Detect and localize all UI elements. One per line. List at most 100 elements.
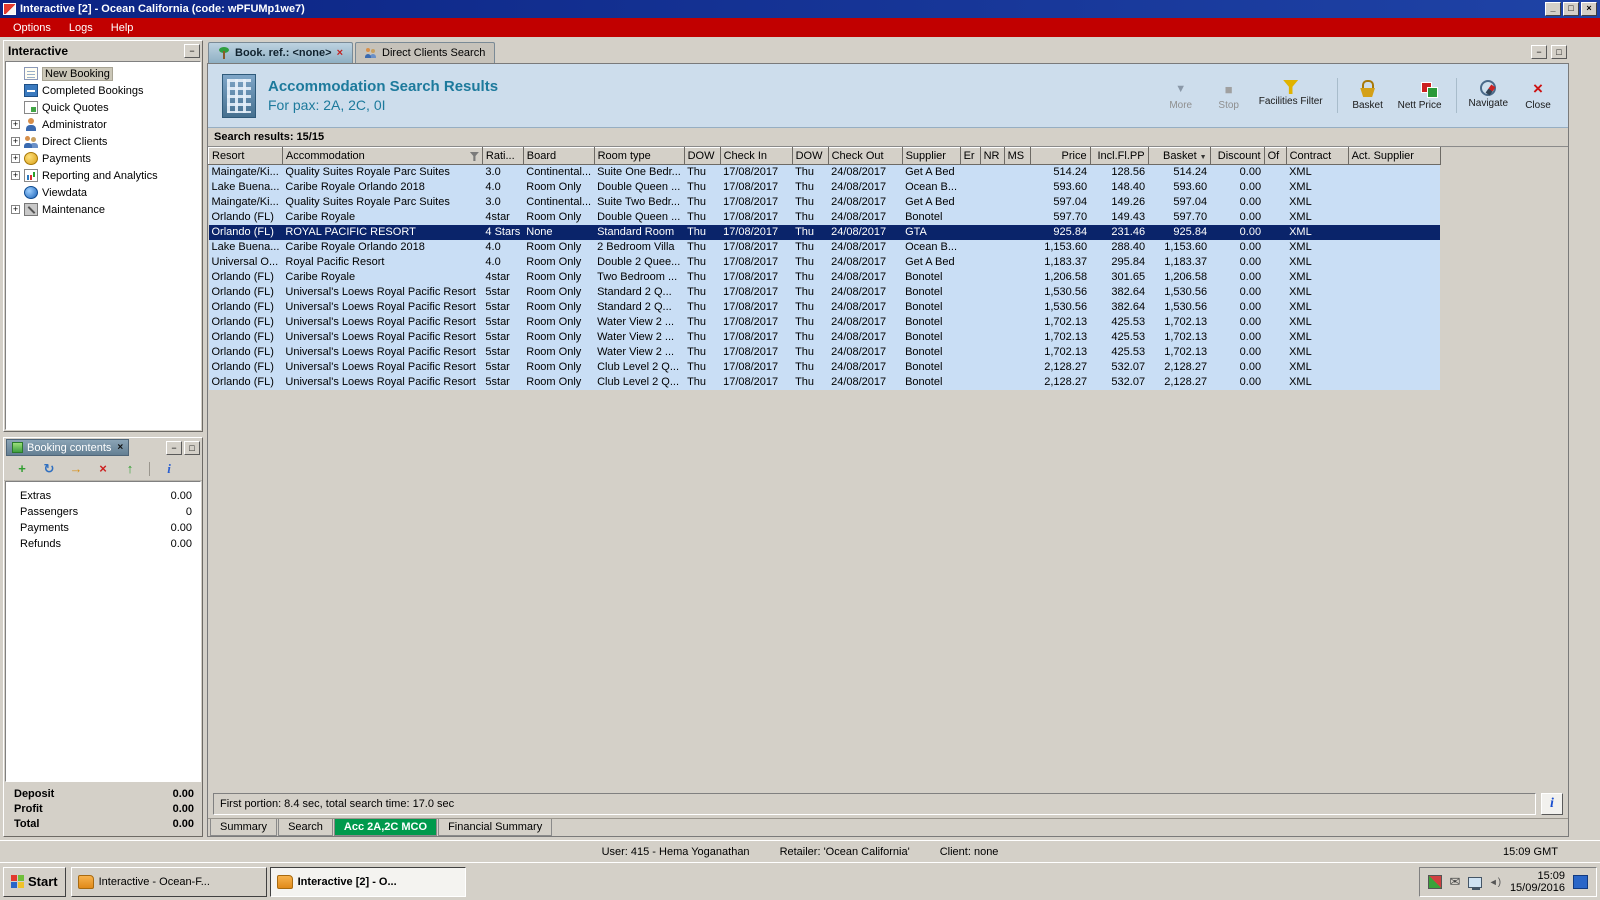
result-row[interactable]: Orlando (FL) Universal's Loews Royal Paci… (208, 360, 1441, 375)
navigate-button[interactable]: Navigate (1465, 78, 1512, 111)
booking-contents-tab[interactable]: Booking contents × (6, 439, 130, 456)
mdi-restore-button[interactable]: □ (1551, 45, 1567, 59)
column-header-er[interactable]: Er (959, 147, 981, 165)
sidebar-item-viewdata[interactable]: Viewdata (6, 184, 200, 201)
filter-icon[interactable] (469, 152, 479, 161)
taskbar-item-interactive-ocean-f[interactable]: Interactive - Ocean-F... (70, 866, 267, 897)
more-button[interactable]: More (1159, 78, 1203, 113)
column-header-price[interactable]: Price (1029, 147, 1091, 165)
column-header-board[interactable]: Board (522, 147, 595, 165)
sidebar-item-new-booking[interactable]: New Booking (6, 65, 200, 82)
bottom-tab-search[interactable]: Search (278, 819, 333, 836)
sidebar-item-quick-quotes[interactable]: Quick Quotes (6, 99, 200, 116)
column-header-dow[interactable]: DOW (791, 147, 829, 165)
tab-direct-clients-search[interactable]: Direct Clients Search (355, 42, 496, 63)
delete-icon[interactable]: × (95, 461, 111, 476)
result-row[interactable]: Orlando (FL) Universal's Loews Royal Paci… (208, 375, 1441, 390)
expander-icon[interactable]: + (11, 205, 20, 214)
booking-row-refunds[interactable]: Refunds 0.00 (6, 536, 200, 552)
result-row[interactable]: Orlando (FL) Universal's Loews Royal Paci… (208, 330, 1441, 345)
cell-dow_in: Thu (684, 164, 721, 180)
result-row[interactable]: Lake Buena... Caribe Royale Orlando 2018 4… (208, 180, 1441, 195)
add-icon[interactable]: + (14, 461, 30, 476)
result-row[interactable]: Orlando (FL) Universal's Loews Royal Paci… (208, 300, 1441, 315)
column-header-supplier[interactable]: Supplier (901, 147, 961, 165)
booking-panel-close-icon[interactable]: × (117, 442, 123, 453)
bottom-tab-acc-2a-2c-mco[interactable]: Acc 2A,2C MCO (333, 819, 438, 836)
mdi-minimize-button[interactable]: − (1531, 45, 1547, 59)
booking-panel-minimize-button[interactable]: − (166, 440, 182, 455)
volume-icon[interactable] (1488, 875, 1502, 889)
column-header-of[interactable]: Of (1263, 147, 1287, 165)
result-row[interactable]: Maingate/Ki... Quality Suites Royale Parc… (208, 195, 1441, 210)
expander-icon[interactable]: + (11, 120, 20, 129)
display-icon[interactable] (1467, 876, 1482, 890)
menu-item-options[interactable]: Options (4, 20, 60, 36)
panel-collapse-button[interactable]: − (184, 44, 200, 58)
sidebar-item-payments[interactable]: + Payments (6, 150, 200, 167)
info-icon[interactable]: i (161, 461, 177, 477)
column-header-act-supplier[interactable]: Act. Supplier (1347, 147, 1441, 165)
taskbar-item-interactive-2-o[interactable]: Interactive [2] - O... (269, 866, 466, 897)
column-header-discount[interactable]: Discount (1209, 147, 1265, 165)
sidebar-item-direct-clients[interactable]: + Direct Clients (6, 133, 200, 150)
facilities-filter-button[interactable]: Facilities Filter (1255, 78, 1327, 109)
chart-icon[interactable] (1427, 874, 1442, 889)
sidebar-item-administrator[interactable]: + Administrator (6, 116, 200, 133)
sidebar-item-completed-bookings[interactable]: Completed Bookings (6, 82, 200, 99)
result-row[interactable]: Orlando (FL) Universal's Loews Royal Paci… (208, 285, 1441, 300)
language-icon[interactable] (1573, 874, 1588, 889)
expander-icon[interactable]: + (11, 154, 20, 163)
column-header-basket[interactable]: Basket ▼ (1147, 147, 1211, 165)
nett-price-button[interactable]: Nett Price (1394, 78, 1446, 113)
column-header-dow[interactable]: DOW (683, 147, 721, 165)
result-row[interactable]: Orlando (FL) Caribe Royale 4star Room Only T… (208, 270, 1441, 285)
minimize-button[interactable]: _ (1545, 2, 1561, 16)
booking-row-extras[interactable]: Extras 0.00 (6, 488, 200, 504)
tab-book-ref-none[interactable]: Book. ref.: <none> × (208, 42, 354, 63)
tab-close-icon[interactable]: × (337, 47, 343, 59)
start-button[interactable]: Start (3, 866, 66, 897)
result-row[interactable]: Orlando (FL) Caribe Royale 4star Room Only D… (208, 210, 1441, 225)
expander-icon[interactable]: + (11, 171, 20, 180)
close-button[interactable]: × (1581, 2, 1597, 16)
cell-basket: 1,702.13 (1148, 315, 1211, 330)
import-icon[interactable]: ↑ (122, 461, 138, 476)
expander-icon[interactable]: + (11, 137, 20, 146)
info-button[interactable]: i (1541, 792, 1563, 815)
transfer-icon[interactable]: → (68, 461, 84, 476)
stop-button[interactable]: Stop (1207, 78, 1251, 113)
column-header-accommodation[interactable]: Accommodation (281, 147, 483, 165)
column-header-resort[interactable]: Resort (208, 147, 283, 165)
result-row[interactable]: Maingate/Ki... Quality Suites Royale Parc… (208, 164, 1441, 180)
column-header-check-out[interactable]: Check Out (827, 147, 903, 165)
result-row[interactable]: Universal O... Royal Pacific Resort 4.0 Roo… (208, 255, 1441, 270)
menu-item-help[interactable]: Help (102, 20, 143, 36)
column-header-rati[interactable]: Rati... (481, 147, 524, 165)
basket-button[interactable]: Basket (1346, 78, 1390, 113)
refresh-icon[interactable]: ↻ (41, 461, 57, 477)
maximize-button[interactable]: □ (1563, 2, 1579, 16)
column-header-contract[interactable]: Contract (1285, 147, 1349, 165)
result-row[interactable]: Orlando (FL) Universal's Loews Royal Paci… (208, 315, 1441, 330)
booking-panel-restore-button[interactable]: □ (184, 440, 200, 455)
booking-row-passengers[interactable]: Passengers 0 (6, 504, 200, 520)
bottom-tab-financial-summary[interactable]: Financial Summary (438, 819, 553, 836)
column-header-nr[interactable]: NR (979, 147, 1005, 165)
column-header-room-type[interactable]: Room type (593, 147, 685, 165)
close-button[interactable]: Close (1516, 78, 1560, 113)
result-row[interactable]: Lake Buena... Caribe Royale Orlando 2018 4… (208, 240, 1441, 255)
column-header-incl-fl-pp[interactable]: Incl.Fl.PP (1089, 147, 1149, 165)
column-header-check-in[interactable]: Check In (719, 147, 793, 165)
result-row[interactable]: Orlando (FL) Universal's Loews Royal Paci… (208, 345, 1441, 360)
mail-icon[interactable] (1448, 875, 1462, 889)
taskbar-clock[interactable]: 15:09 15/09/2016 (1510, 870, 1565, 894)
booking-row-payments[interactable]: Payments 0.00 (6, 520, 200, 536)
sidebar-item-maintenance[interactable]: + Maintenance (6, 201, 200, 218)
bottom-tab-summary[interactable]: Summary (210, 819, 278, 836)
column-header-ms[interactable]: MS (1003, 147, 1031, 165)
menu-item-logs[interactable]: Logs (60, 20, 102, 36)
sidebar-item-reporting-and-analytics[interactable]: + Reporting and Analytics (6, 167, 200, 184)
booking-total-value: 0.00 (172, 817, 194, 830)
result-row[interactable]: Orlando (FL) ROYAL PACIFIC RESORT 4 Stars N… (208, 225, 1441, 240)
